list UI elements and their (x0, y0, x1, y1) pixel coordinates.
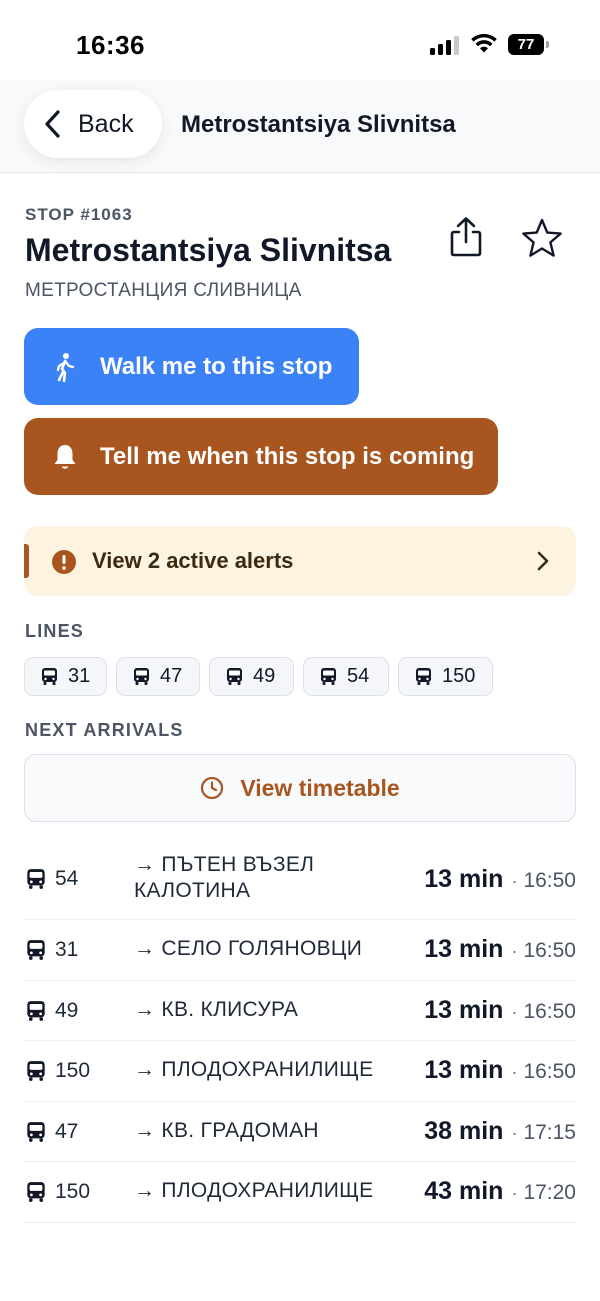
arrival-destination: → ПЛОДОХРАНИЛИЩЕ (134, 1058, 374, 1081)
arrival-destination: → СЕЛО ГОЛЯНОВЦИ (134, 937, 363, 960)
arrivals-section-label: NEXT ARRIVALS (25, 720, 184, 740)
cellular-signal-icon (430, 35, 460, 55)
alerts-label: View 2 active alerts (92, 548, 294, 573)
back-button[interactable]: Back (24, 90, 162, 158)
arrival-eta: 13 min (424, 935, 504, 963)
arrival-clock: 16:50 (523, 1060, 576, 1083)
bell-icon (54, 444, 76, 469)
arrival-time: 13 min · 16:50 (424, 865, 576, 893)
chevron-left-icon (45, 110, 60, 138)
line-chip-label: 31 (68, 665, 91, 687)
line-chip-47[interactable]: 47 (116, 657, 200, 696)
wifi-icon (471, 33, 497, 53)
line-chip-150[interactable]: 150 (398, 657, 493, 696)
lines-section-label: LINES (25, 621, 85, 641)
battery-icon: 77 (508, 34, 550, 55)
favorite-star-icon[interactable] (520, 217, 564, 259)
bus-icon (42, 668, 57, 685)
bus-icon (27, 940, 45, 960)
arrival-time: 38 min · 17:15 (424, 1117, 576, 1145)
stop-name: Metrostantsiya Slivnitsa (25, 232, 392, 268)
arrival-destination: → ПЪТЕН ВЪЗЕЛ КАЛОТИНА (134, 853, 315, 902)
arrival-eta: 13 min (424, 1056, 504, 1084)
walking-person-icon (56, 352, 75, 382)
arrival-row[interactable]: 31 → СЕЛО ГОЛЯНОВЦИ 13 min · 16:50 (24, 920, 576, 981)
bus-icon (416, 668, 431, 685)
bus-icon (27, 1061, 45, 1081)
view-timetable-button[interactable]: View timetable (24, 754, 576, 822)
arrival-row[interactable]: 54 → ПЪТЕН ВЪЗЕЛ КАЛОТИНА 13 min · 16:50 (24, 838, 576, 920)
line-chip-49[interactable]: 49 (209, 657, 294, 696)
chevron-right-icon (537, 551, 549, 571)
arrival-time: 13 min · 16:50 (424, 996, 576, 1024)
bus-icon (27, 1122, 45, 1142)
arrival-clock: 16:50 (523, 1000, 576, 1023)
arrival-row[interactable]: 150 → ПЛОДОХРАНИЛИЩЕ 13 min · 16:50 (24, 1041, 576, 1102)
arrival-row[interactable]: 49 → КВ. КЛИСУРА 13 min · 16:50 (24, 981, 576, 1041)
line-chip-label: 49 (253, 665, 276, 687)
arrival-clock: 16:50 (523, 939, 576, 962)
line-chip-label: 150 (442, 665, 476, 687)
nav-header: Back Metrostantsiya Slivnitsa (0, 80, 600, 173)
arrival-time: 43 min · 17:20 (424, 1177, 576, 1205)
line-chip-54[interactable]: 54 (303, 657, 389, 696)
arrival-clock: 17:20 (523, 1181, 576, 1204)
clock-icon (201, 776, 224, 800)
arrival-row[interactable]: 47 → КВ. ГРАДОМАН 38 min · 17:15 (24, 1102, 576, 1162)
arrival-clock: 16:50 (523, 869, 576, 892)
arrival-line: 31 (55, 938, 79, 961)
status-time: 16:36 (76, 30, 145, 60)
arrival-time: 13 min · 16:50 (424, 935, 576, 963)
line-chip-31[interactable]: 31 (24, 657, 107, 696)
stop-alert-button[interactable]: Tell me when this stop is coming (24, 418, 498, 495)
back-label: Back (78, 109, 134, 138)
arrival-destination: → ПЛОДОХРАНИЛИЩЕ (134, 1179, 374, 1202)
page-title: Metrostantsiya Slivnitsa (181, 111, 456, 138)
arrival-line: 150 (55, 1059, 91, 1082)
battery-level: 77 (508, 34, 544, 55)
bus-icon (321, 668, 336, 685)
arrival-row[interactable]: 150 → ПЛОДОХРАНИЛИЩЕ 43 min · 17:20 (24, 1162, 576, 1223)
walk-button-label: Walk me to this stop (100, 352, 333, 380)
arrival-line: 47 (55, 1120, 79, 1143)
alert-icon (52, 550, 76, 574)
share-icon[interactable] (448, 216, 484, 258)
arrival-time: 13 min · 16:50 (424, 1056, 576, 1084)
stop-name-local: МЕТРОСТАНЦИЯ СЛИВНИЦА (25, 280, 302, 301)
alert-accent-bar (24, 544, 29, 578)
alerts-banner[interactable]: View 2 active alerts (24, 526, 576, 596)
arrival-line: 49 (55, 999, 79, 1022)
status-bar: 16:36 77 (0, 0, 600, 80)
timetable-label: View timetable (240, 774, 400, 801)
arrival-line: 150 (55, 1180, 91, 1203)
bus-icon (134, 668, 149, 685)
bus-icon (27, 869, 45, 889)
arrival-clock: 17:15 (523, 1121, 576, 1144)
walk-to-stop-button[interactable]: Walk me to this stop (24, 328, 359, 405)
bus-icon (227, 668, 242, 685)
bus-icon (27, 1001, 45, 1021)
notify-button-label: Tell me when this stop is coming (100, 442, 475, 470)
arrival-eta: 38 min (424, 1117, 504, 1145)
arrival-destination: → КВ. ГРАДОМАН (134, 1119, 319, 1142)
bus-icon (27, 1182, 45, 1202)
line-chip-label: 54 (347, 665, 370, 687)
line-chip-label: 47 (160, 665, 183, 687)
arrival-eta: 43 min (424, 1177, 504, 1205)
arrival-destination: → КВ. КЛИСУРА (134, 998, 299, 1021)
arrival-line: 54 (55, 867, 79, 890)
arrival-eta: 13 min (424, 865, 504, 893)
arrival-eta: 13 min (424, 996, 504, 1024)
stop-code: STOP #1063 (25, 205, 133, 224)
